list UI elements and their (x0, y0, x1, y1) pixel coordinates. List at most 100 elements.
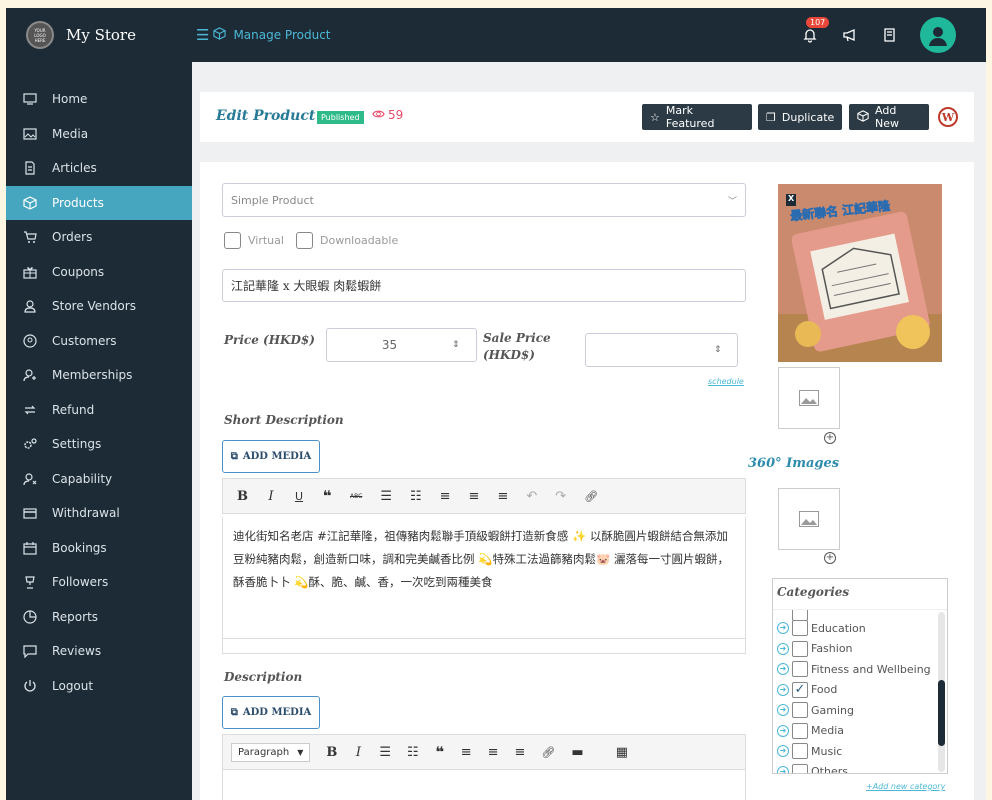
sidebar-item-capability[interactable]: Capability (6, 462, 192, 497)
category-item-music[interactable]: ➜ Music (777, 741, 842, 761)
category-checkbox[interactable] (792, 702, 808, 718)
category-item-gaming[interactable]: ➜ Gaming (777, 700, 854, 720)
read-more-button[interactable]: ▬ (571, 745, 583, 760)
align-center-button[interactable]: ≡ (469, 489, 480, 504)
category-checkbox-checked[interactable]: ✓ (792, 681, 808, 698)
category-checkbox[interactable] (792, 763, 808, 773)
bold-button[interactable]: B (237, 489, 248, 504)
category-item-others[interactable]: ➜ Others (777, 762, 848, 773)
sidebar-item-memberships[interactable]: Memberships (6, 358, 192, 393)
category-checkbox[interactable] (792, 620, 808, 636)
format-select[interactable]: Paragraph ▼ (231, 742, 311, 762)
bullet-list-button[interactable]: ☰ (379, 745, 391, 760)
sidebar-item-logout[interactable]: Logout (6, 669, 192, 704)
redo-button[interactable]: ↷ (555, 489, 566, 504)
category-item-food[interactable]: ➜ ✓ Food (777, 680, 837, 700)
sidebar-item-customers[interactable]: Customers (6, 324, 192, 359)
add-media-button[interactable]: ⧉ ADD MEDIA (222, 440, 320, 473)
schedule-link[interactable]: schedule (708, 377, 744, 386)
numbered-list-button[interactable]: ☷ (407, 745, 419, 760)
numbered-list-button[interactable]: ☷ (410, 489, 422, 504)
editor-resize-bar[interactable] (222, 638, 746, 654)
bullet-list-button[interactable]: ☰ (380, 489, 392, 504)
align-right-button[interactable]: ≡ (515, 745, 526, 760)
product-image[interactable]: X 最新聯名 江記華隆 (778, 184, 942, 362)
price-input[interactable]: 35 ⇕ (326, 328, 477, 362)
sidebar-item-coupons[interactable]: Coupons (6, 255, 192, 290)
arrow-right-icon[interactable]: ➜ (777, 663, 789, 675)
link-button[interactable]: 🔗︎ (584, 490, 598, 503)
category-checkbox[interactable] (792, 722, 808, 739)
add-360-image-icon[interactable]: + (824, 552, 836, 564)
sidebar-item-bookings[interactable]: Bookings (6, 531, 192, 566)
image-360-slot[interactable] (778, 488, 840, 550)
arrow-right-icon[interactable]: ➜ (777, 683, 789, 696)
add-gallery-image-icon[interactable]: + (824, 432, 836, 444)
virtual-checkbox[interactable]: Virtual (224, 232, 284, 249)
sidebar-item-orders[interactable]: Orders (6, 220, 192, 255)
category-item-fashion[interactable]: ➜ Fashion (777, 639, 853, 659)
description-editor[interactable] (222, 770, 746, 800)
category-item-education[interactable]: ➜ Education (777, 618, 866, 638)
sidebar-item-articles[interactable]: Articles (6, 151, 192, 186)
duplicate-button[interactable]: ❐ Duplicate (758, 104, 842, 130)
align-right-button[interactable]: ≡ (497, 489, 508, 504)
sidebar-item-home[interactable]: Home (6, 82, 192, 117)
add-new-button[interactable]: Add New (849, 104, 929, 130)
category-checkbox[interactable] (792, 640, 808, 657)
categories-scrollbar[interactable] (938, 612, 945, 772)
blockquote-button[interactable]: ❝ (435, 743, 445, 761)
arrow-right-icon[interactable]: ➜ (777, 765, 789, 773)
gallery-image-slot[interactable] (778, 367, 840, 429)
category-checkbox[interactable] (792, 661, 808, 677)
sidebar-item-followers[interactable]: Followers (6, 565, 192, 600)
add-media-button-description[interactable]: ⧉ ADD MEDIA (222, 696, 320, 729)
arrow-right-icon[interactable]: ➜ (777, 724, 789, 737)
align-left-button[interactable]: ≡ (440, 489, 451, 504)
megaphone-icon[interactable] (840, 25, 860, 45)
sidebar-item-settings[interactable]: Settings (6, 427, 192, 462)
product-type-select[interactable]: Simple Product ﹀ (222, 183, 746, 217)
sidebar-item-products[interactable]: Products (6, 185, 192, 220)
link-button[interactable]: 🔗︎ (541, 746, 555, 759)
mark-featured-button[interactable]: ☆ Mark Featured (642, 104, 752, 130)
cube-icon (857, 109, 869, 125)
arrow-right-icon[interactable]: ➜ (777, 642, 789, 655)
category-item-fitness[interactable]: ➜ Fitness and Wellbeing (777, 659, 931, 679)
align-center-button[interactable]: ≡ (488, 745, 499, 760)
bell-icon[interactable]: 107 (800, 17, 830, 45)
add-category-link[interactable]: +Add new category (866, 782, 945, 791)
italic-button[interactable]: I (266, 489, 276, 504)
wordpress-icon[interactable]: W (938, 107, 958, 127)
book-icon[interactable] (880, 25, 900, 45)
downloadable-checkbox[interactable]: Downloadable (296, 232, 398, 249)
menu-toggle-icon[interactable]: ☰ (196, 26, 209, 44)
sidebar-item-refund[interactable]: Refund (6, 393, 192, 428)
strikethrough-button[interactable]: ABC (350, 493, 362, 500)
underline-button[interactable]: U (294, 490, 304, 503)
scrollbar-thumb[interactable] (938, 680, 945, 746)
arrow-right-icon[interactable]: ➜ (777, 745, 789, 757)
sidebar-item-reviews[interactable]: Reviews (6, 634, 192, 669)
sidebar-item-store-vendors[interactable]: Store Vendors (6, 289, 192, 324)
arrow-right-icon[interactable]: ➜ (777, 704, 789, 716)
blockquote-button[interactable]: ❝ (322, 487, 332, 505)
toolbar-toggle-button[interactable]: ▦ (616, 745, 628, 760)
brand[interactable]: YOUR LOGO HERE My Store (6, 8, 192, 62)
arrow-right-icon[interactable]: ➜ (777, 622, 789, 634)
align-left-button[interactable]: ≡ (461, 745, 472, 760)
sidebar-item-reports[interactable]: Reports (6, 600, 192, 635)
category-checkbox[interactable] (792, 743, 808, 759)
avatar[interactable] (920, 17, 956, 53)
undo-button[interactable]: ↶ (526, 489, 537, 504)
breadcrumb-label[interactable]: Manage Product (233, 28, 330, 42)
sidebar-item-withdrawal[interactable]: Withdrawal (6, 496, 192, 531)
product-title-input[interactable]: 江記華隆 x 大眼蝦 肉鬆蝦餅 (222, 269, 746, 302)
sale-price-input[interactable]: ⇕ (585, 333, 738, 367)
category-item-media[interactable]: ➜ Media (777, 721, 844, 741)
short-description-editor[interactable]: 迪化街知名老店 #江記華隆，祖傳豬肉鬆聯手頂級蝦餅打造新食感 ✨ 以酥脆圓片蝦餅… (222, 517, 746, 654)
categories-list: ➜ Education ➜ Fashion ➜ Fitness and Wellbei… (773, 610, 947, 773)
sidebar-item-media[interactable]: Media (6, 117, 192, 152)
bold-button[interactable]: B (326, 745, 337, 760)
italic-button[interactable]: I (353, 745, 363, 760)
